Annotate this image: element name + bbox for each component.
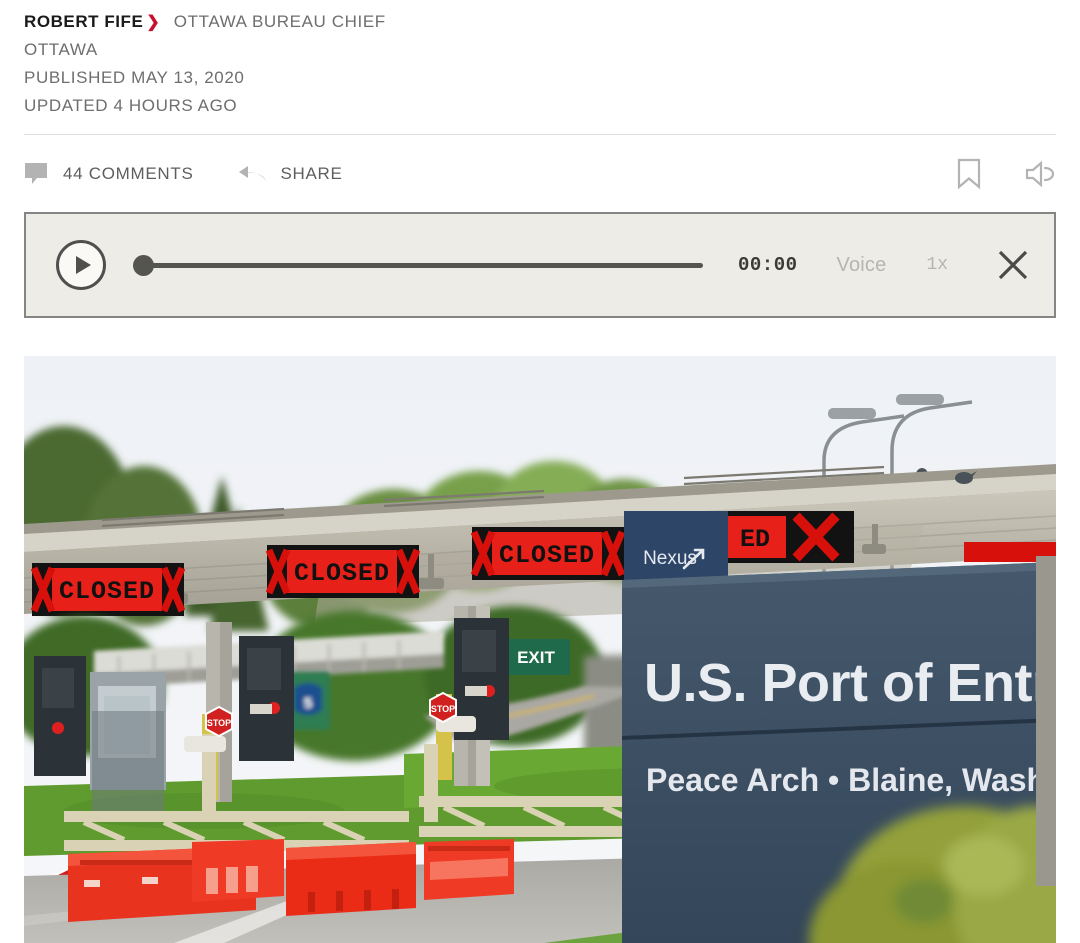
bookmark-icon[interactable] <box>956 158 982 190</box>
svg-text:CLOSED: CLOSED <box>59 577 155 606</box>
svg-text:Nexus: Nexus <box>643 548 697 569</box>
svg-text:CLOSED: CLOSED <box>499 541 595 570</box>
speech-bubble-icon <box>24 162 50 186</box>
stop-sign: STOP <box>205 705 233 738</box>
author-title: OTTAWA BUREAU CHIEF <box>173 12 386 31</box>
playback-speed-selector[interactable]: 1x <box>926 255 948 275</box>
audio-progress-handle[interactable] <box>133 254 154 276</box>
chevron-right-icon: ❯ <box>146 14 160 31</box>
audio-current-time: 00:00 <box>738 254 798 276</box>
article-page: ROBERT FIFE ❯ OTTAWA BUREAU CHIEF OTTAWA… <box>0 0 1080 943</box>
byline-published-date: PUBLISHED MAY 13, 2020 <box>24 68 245 87</box>
toll-booth <box>239 636 294 761</box>
byline-author-row: ROBERT FIFE ❯ OTTAWA BUREAU CHIEF <box>24 8 1056 36</box>
comments-count-label: 44 COMMENTS <box>63 164 194 183</box>
svg-text:EXIT: EXIT <box>517 648 555 667</box>
article-hero-image: CLOSED CLOSED CLOSED ED Nexus EXIT 5 STO… <box>24 356 1056 943</box>
speaker-icon[interactable] <box>1024 160 1056 188</box>
road-barricade <box>286 842 416 916</box>
audio-progress-track <box>133 262 703 268</box>
port-subtitle-text: Peace Arch • Blaine, Washingto <box>646 762 1056 798</box>
share-label: SHARE <box>280 164 343 183</box>
share-button[interactable]: SHARE <box>238 162 343 186</box>
article-action-bar: 44 COMMENTS SHARE <box>24 152 1056 196</box>
byline-divider <box>24 134 1056 135</box>
comments-button[interactable]: 44 COMMENTS <box>24 162 194 186</box>
svg-text:STOP: STOP <box>207 718 231 728</box>
lane-closed-sign-partial: ED <box>724 511 854 563</box>
road-barricade <box>424 839 514 900</box>
reply-arrow-icon <box>238 162 268 186</box>
border-crossing-photo: CLOSED CLOSED CLOSED ED Nexus EXIT 5 STO… <box>24 356 1056 943</box>
stop-sign: STOP <box>429 691 457 724</box>
voice-selector[interactable]: Voice <box>837 254 887 277</box>
byline: ROBERT FIFE ❯ OTTAWA BUREAU CHIEF OTTAWA… <box>24 8 1056 120</box>
byline-updated-date: UPDATED 4 HOURS AGO <box>24 96 238 115</box>
close-icon <box>998 250 1028 280</box>
exit-sign-panel: EXIT <box>502 639 570 675</box>
audio-progress-slider[interactable] <box>133 253 703 277</box>
action-bar-right-icons <box>956 158 1056 190</box>
road-barricade <box>192 839 284 902</box>
lane-closed-sign: CLOSED <box>30 563 186 616</box>
lane-closed-sign: CLOSED <box>265 545 421 598</box>
close-player-button[interactable] <box>996 248 1030 282</box>
svg-text:ED: ED <box>740 525 770 554</box>
play-button[interactable] <box>56 240 106 290</box>
author-name[interactable]: ROBERT FIFE <box>24 8 143 36</box>
svg-text:5: 5 <box>304 695 312 712</box>
lane-closed-sign: CLOSED <box>470 527 626 580</box>
byline-location: OTTAWA <box>24 40 98 59</box>
svg-text:STOP: STOP <box>431 704 455 714</box>
audio-player: 00:00 Voice 1x <box>24 212 1056 318</box>
play-icon <box>76 256 91 274</box>
svg-text:CLOSED: CLOSED <box>294 559 390 588</box>
port-title-text: U.S. Port of Entry <box>644 653 1056 713</box>
